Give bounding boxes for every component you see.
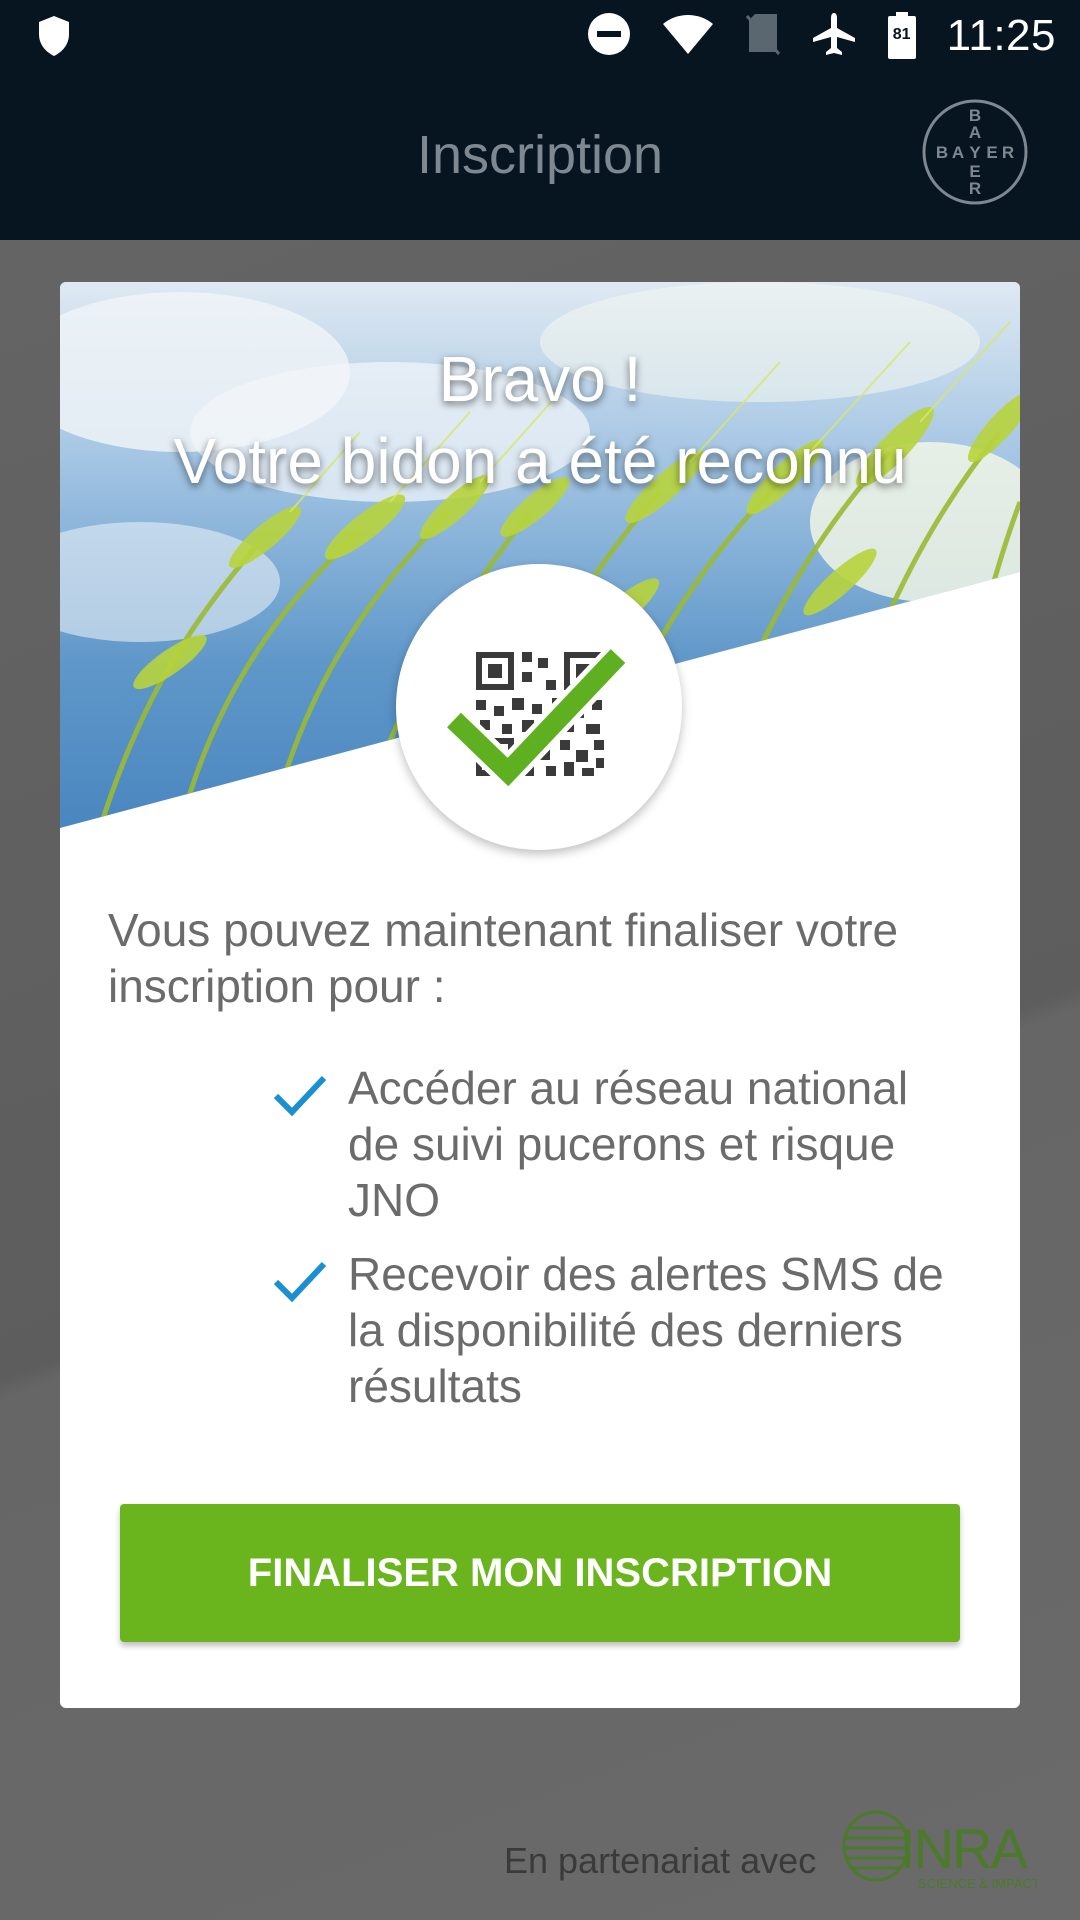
clock: 11:25 bbox=[946, 11, 1056, 60]
feature-text-1: Accéder au réseau national de suivi puce… bbox=[348, 1062, 909, 1226]
bayer-logo: B A B A Y E R E R bbox=[922, 99, 1028, 205]
logo-letter-r: R bbox=[969, 179, 981, 198]
no-sim-icon bbox=[745, 12, 781, 61]
airplane-mode-icon bbox=[811, 11, 857, 62]
feature-text-2: Recevoir des alertes SMS de la disponibi… bbox=[348, 1248, 944, 1412]
partner-text: En partenariat avec bbox=[504, 1840, 817, 1881]
inra-logo-text: INRA bbox=[900, 1817, 1028, 1880]
status-bar: 81 11:25 bbox=[0, 0, 1080, 72]
do-not-disturb-icon bbox=[587, 12, 631, 61]
logo-letter-e-h: E bbox=[986, 143, 997, 162]
battery-level: 81 bbox=[892, 26, 911, 43]
qr-code-check-badge bbox=[396, 564, 682, 850]
check-icon bbox=[272, 1074, 328, 1123]
app-bar: Inscription B A B A Y E R E R bbox=[0, 72, 1080, 240]
logo-letter-a: A bbox=[969, 123, 981, 142]
logo-letter-y: Y bbox=[969, 143, 981, 162]
confirmation-card: Bravo ! Votre bidon a été reconnu Vous p… bbox=[60, 282, 1020, 1708]
hero-title-line2: Votre bidon a été reconnu bbox=[173, 425, 907, 497]
logo-letter-r-h: R bbox=[1002, 143, 1014, 162]
hero-title: Bravo ! Votre bidon a été reconnu bbox=[60, 338, 1020, 502]
qr-code-check-icon bbox=[443, 645, 629, 794]
page-title: Inscription bbox=[416, 125, 664, 185]
logo-letter-a-h: A bbox=[952, 143, 964, 162]
inra-logo-tagline: SCIENCE & IMPACT bbox=[918, 1876, 1038, 1891]
shield-icon bbox=[36, 16, 72, 62]
inra-logo: INRA SCIENCE & IMPACT bbox=[842, 1810, 1038, 1891]
logo-letter-b-h: B bbox=[936, 143, 948, 162]
battery-icon: 81 bbox=[887, 12, 917, 60]
hero-title-line1: Bravo ! bbox=[438, 343, 642, 415]
check-icon bbox=[272, 1260, 328, 1309]
wifi-icon bbox=[661, 12, 715, 61]
intro-text: Vous pouvez maintenant finaliser votre i… bbox=[108, 904, 899, 1012]
finalize-registration-button[interactable]: FINALISER MON INSCRIPTION bbox=[120, 1504, 960, 1642]
